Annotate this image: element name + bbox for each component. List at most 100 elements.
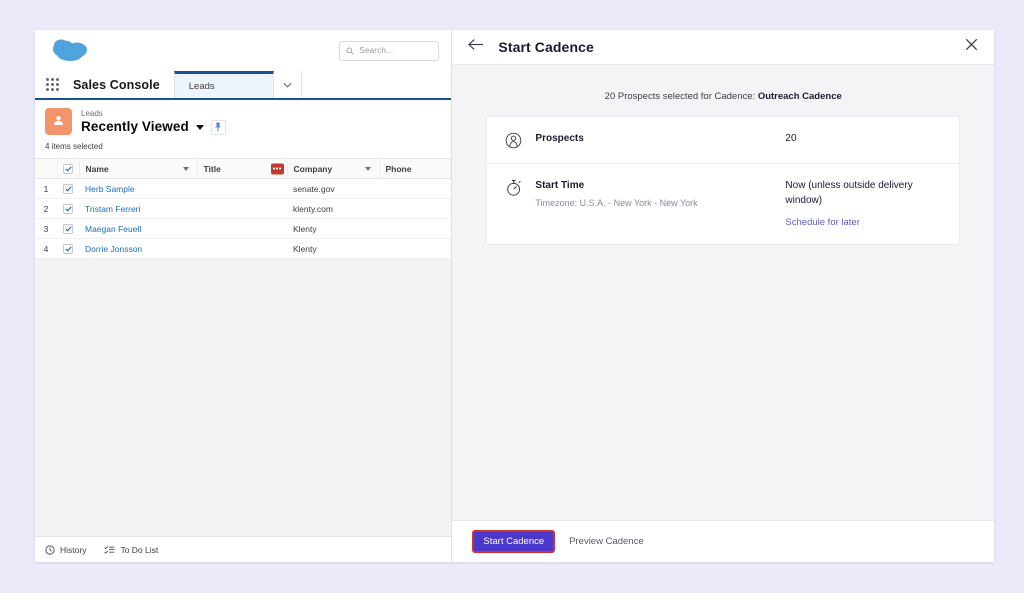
cell-phone	[379, 238, 451, 259]
cell-company: Klenty	[287, 218, 379, 239]
preview-cadence-button[interactable]: Preview Cadence	[569, 536, 643, 547]
start-time-label: Start Time	[535, 180, 585, 191]
leads-table-container: Name Title Company Phone 1 Herb Sample s…	[35, 158, 452, 259]
row-checkbox[interactable]	[63, 243, 73, 254]
column-header-phone-label: Phone	[385, 163, 412, 174]
table-header-row: Name Title Company Phone	[35, 158, 452, 179]
cell-company: klenty.com	[287, 198, 379, 219]
cell-name[interactable]: Tristam Ferreri	[79, 198, 197, 219]
start-time-main: Start Time Timezone: U.S.A. - New York -…	[535, 178, 785, 211]
cadence-summary: 20 Prospects selected for Cadence: Outre…	[486, 91, 960, 102]
app-name-label[interactable]: Sales Console	[69, 71, 174, 98]
row-select-cell[interactable]	[57, 238, 79, 259]
prospects-main: Prospects	[535, 131, 785, 146]
lead-name-link[interactable]: Maegan Feuell	[85, 224, 141, 234]
row-checkbox[interactable]	[63, 223, 73, 234]
app-window: Search... Sales Console Leads Leads Rece…	[35, 30, 994, 562]
app-launcher-button[interactable]	[35, 71, 69, 98]
schedule-for-later-link[interactable]: Schedule for later	[785, 215, 859, 230]
row-index: 3	[35, 218, 57, 239]
salesforce-cloud-logo	[49, 37, 95, 65]
column-header-title-label: Title	[203, 163, 221, 174]
row-select-cell[interactable]	[57, 218, 79, 239]
list-view-titles: Leads Recently Viewed	[81, 108, 226, 135]
checkmark-icon	[64, 206, 72, 212]
row-index-header	[35, 158, 58, 179]
select-all-checkbox[interactable]	[63, 163, 73, 174]
panel-body: 20 Prospects selected for Cadence: Outre…	[452, 65, 994, 520]
utility-history-label: History	[60, 544, 87, 555]
column-menu-badge-icon[interactable]	[270, 163, 284, 174]
search-icon	[346, 47, 355, 55]
utility-todo[interactable]: To Do List	[104, 545, 158, 555]
cell-title	[197, 198, 287, 219]
search-box[interactable]: Search...	[339, 40, 440, 61]
lead-name-link[interactable]: Herb Sample	[85, 184, 135, 194]
leads-object-icon	[45, 108, 72, 135]
start-time-value: Now (unless outside delivery window)	[785, 180, 913, 206]
cell-name[interactable]: Herb Sample	[79, 178, 197, 199]
table-row[interactable]: 4 Dorrie Jonsson Klenty	[35, 238, 451, 259]
cell-phone	[379, 218, 451, 239]
table-row[interactable]: 3 Maegan Feuell Klenty	[35, 218, 451, 239]
selection-count: 4 items selected	[35, 141, 452, 158]
prospects-label: Prospects	[535, 133, 584, 144]
utility-history[interactable]: History	[45, 545, 86, 555]
pin-icon	[215, 122, 222, 132]
column-header-name[interactable]: Name	[79, 158, 198, 179]
timezone-label: Timezone: U.S.A. - New York - New York	[535, 198, 698, 208]
cadence-name: Outreach Cadence	[757, 91, 842, 102]
cell-title	[197, 238, 287, 259]
leads-table: Name Title Company Phone 1 Herb Sample s…	[35, 158, 452, 259]
prospects-row: Prospects 20	[487, 117, 959, 163]
cell-title	[197, 218, 287, 239]
utility-todo-label: To Do List	[120, 544, 159, 555]
cell-company: Klenty	[287, 238, 379, 259]
prospects-value: 20	[785, 133, 797, 144]
app-launcher-icon	[45, 78, 59, 91]
lead-name-link[interactable]: Tristam Ferreri	[85, 204, 140, 214]
checkmark-icon	[64, 226, 72, 232]
row-checkbox[interactable]	[63, 183, 73, 194]
clock-icon	[45, 544, 55, 555]
table-row[interactable]: 2 Tristam Ferreri klenty.com	[35, 198, 451, 219]
start-cadence-button[interactable]: Start Cadence	[472, 529, 556, 554]
checkmark-icon	[64, 186, 72, 192]
tab-leads[interactable]: Leads	[173, 71, 274, 98]
cell-company: senate.gov	[287, 178, 379, 199]
row-select-cell[interactable]	[57, 178, 79, 199]
salesforce-console: Search... Sales Console Leads Leads Rece…	[35, 30, 453, 562]
start-time-row: Start Time Timezone: U.S.A. - New York -…	[487, 163, 959, 244]
cell-name[interactable]: Dorrie Jonsson	[79, 238, 197, 259]
pin-view-button[interactable]	[210, 119, 226, 135]
console-utility-bar: History To Do List	[35, 536, 452, 562]
row-checkbox[interactable]	[63, 203, 73, 214]
panel-title: Start Cadence	[498, 39, 594, 55]
close-button[interactable]	[965, 38, 978, 56]
column-header-phone[interactable]: Phone	[379, 158, 452, 179]
chevron-down-icon[interactable]	[364, 166, 371, 171]
person-circle-icon	[506, 132, 522, 149]
row-select-cell[interactable]	[57, 198, 79, 219]
list-view-name: Recently Viewed	[81, 119, 189, 134]
checkmark-icon	[64, 246, 72, 252]
column-header-title[interactable]: Title	[197, 158, 288, 179]
close-icon	[965, 38, 978, 51]
checkmark-icon	[64, 166, 72, 172]
select-all-header[interactable]	[57, 158, 80, 179]
column-header-name-label: Name	[85, 163, 109, 174]
list-view-chevron-down-icon[interactable]	[195, 124, 204, 130]
column-header-company[interactable]: Company	[287, 158, 380, 179]
todo-list-icon	[104, 545, 115, 554]
back-button[interactable]	[468, 38, 484, 56]
chevron-down-icon[interactable]	[182, 166, 189, 171]
cadence-settings-card: Prospects 20 Start Time Timezone: U.S.A.…	[486, 116, 960, 245]
lead-name-link[interactable]: Dorrie Jonsson	[85, 244, 142, 254]
row-index: 1	[35, 178, 57, 199]
prospects-icon-wrap	[505, 131, 535, 149]
cell-phone	[379, 178, 451, 199]
list-view-header: Leads Recently Viewed	[35, 100, 452, 141]
tab-overflow-button[interactable]	[273, 71, 302, 98]
table-row[interactable]: 1 Herb Sample senate.gov	[35, 178, 451, 199]
cell-name[interactable]: Maegan Feuell	[79, 218, 197, 239]
